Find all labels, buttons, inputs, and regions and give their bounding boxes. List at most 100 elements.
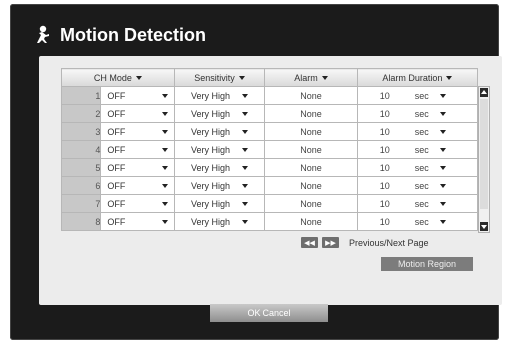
ok-button[interactable]: OK (247, 308, 260, 318)
mode-value: OFF (107, 198, 126, 209)
duration-value: 10 (379, 126, 390, 137)
duration-value: 10 (379, 108, 390, 119)
scrollbar-thumb[interactable] (480, 99, 488, 209)
duration-unit: sec (414, 162, 429, 173)
chevron-down-icon (439, 201, 446, 206)
table-row: 4 OFF Very High None 10 sec (60, 140, 479, 159)
footer-buttons: OK Cancel (210, 304, 328, 322)
table-scrollbar[interactable] (478, 86, 490, 233)
header-sensitivity-label: Sensitivity (194, 72, 235, 83)
sensitivity-select[interactable]: Very High (173, 194, 266, 213)
channel-number: 2 (60, 104, 102, 123)
duration-value: 10 (379, 198, 390, 209)
duration-select[interactable]: 10 sec (356, 158, 479, 177)
chevron-down-icon (135, 75, 142, 80)
mode-value: OFF (107, 162, 126, 173)
header-ch-mode-label: CH Mode (93, 72, 132, 83)
motion-table: CH Mode Sensitivity Alarm Alarm Duration… (60, 68, 479, 231)
sensitivity-select[interactable]: Very High (173, 140, 266, 159)
alarm-value[interactable]: None (264, 176, 358, 195)
sensitivity-select[interactable]: Very High (173, 86, 266, 105)
chevron-down-icon (161, 111, 168, 116)
sensitivity-select[interactable]: Very High (173, 122, 266, 141)
header-sensitivity[interactable]: Sensitivity (173, 68, 266, 87)
mode-value: OFF (107, 216, 126, 227)
sensitivity-select[interactable]: Very High (173, 158, 266, 177)
chevron-down-icon (439, 93, 446, 98)
duration-unit: sec (414, 126, 429, 137)
channel-number: 4 (60, 140, 102, 159)
chevron-down-icon (439, 165, 446, 170)
duration-select[interactable]: 10 sec (356, 176, 479, 195)
chevron-down-icon (241, 201, 248, 206)
motion-region-button[interactable]: Motion Region (381, 257, 473, 271)
alarm-value[interactable]: None (264, 86, 358, 105)
duration-select[interactable]: 10 sec (356, 212, 479, 231)
duration-unit: sec (414, 144, 429, 155)
table-row: 8 OFF Very High None 10 sec (60, 212, 479, 231)
mode-select[interactable]: OFF (100, 86, 175, 105)
chevron-down-icon (439, 111, 446, 116)
previous-page-button[interactable]: ◀◀ (301, 237, 318, 248)
duration-value: 10 (379, 180, 390, 191)
chevron-down-icon (161, 165, 168, 170)
mode-select[interactable]: OFF (100, 104, 175, 123)
channel-number: 1 (60, 86, 102, 105)
duration-unit: sec (414, 90, 429, 101)
duration-unit: sec (414, 108, 429, 119)
header-alarm-duration-label: Alarm Duration (382, 72, 443, 83)
duration-value: 10 (379, 90, 390, 101)
mode-select[interactable]: OFF (100, 140, 175, 159)
alarm-value[interactable]: None (264, 194, 358, 213)
duration-select[interactable]: 10 sec (356, 122, 479, 141)
alarm-value[interactable]: None (264, 104, 358, 123)
alarm-value[interactable]: None (264, 140, 358, 159)
chevron-down-icon (238, 75, 245, 80)
sensitivity-select[interactable]: Very High (173, 104, 266, 123)
alarm-value[interactable]: None (264, 158, 358, 177)
cancel-button[interactable]: Cancel (263, 308, 291, 318)
duration-select[interactable]: 10 sec (356, 104, 479, 123)
channel-number: 3 (60, 122, 102, 141)
channel-number: 8 (60, 212, 102, 231)
sensitivity-value: Very High (190, 108, 230, 119)
duration-select[interactable]: 10 sec (356, 140, 479, 159)
table-row: 1 OFF Very High None 10 sec (60, 86, 479, 105)
chevron-down-icon (161, 183, 168, 188)
sensitivity-select[interactable]: Very High (173, 176, 266, 195)
chevron-down-icon (241, 93, 248, 98)
mode-select[interactable]: OFF (100, 158, 175, 177)
chevron-down-icon (241, 165, 248, 170)
person-motion-icon (37, 25, 49, 43)
duration-value: 10 (379, 162, 390, 173)
header-alarm-duration[interactable]: Alarm Duration (356, 68, 479, 87)
chevron-down-icon (439, 147, 446, 152)
channel-number: 6 (60, 176, 102, 195)
alarm-value[interactable]: None (264, 122, 358, 141)
scroll-down-arrow-icon[interactable] (480, 222, 488, 231)
title-bar: Motion Detection (32, 18, 206, 52)
next-page-button[interactable]: ▶▶ (322, 237, 339, 248)
mode-value: OFF (107, 126, 126, 137)
duration-value: 10 (379, 144, 390, 155)
mode-select[interactable]: OFF (100, 194, 175, 213)
sensitivity-value: Very High (190, 198, 230, 209)
header-alarm[interactable]: Alarm (264, 68, 358, 87)
chevron-down-icon (161, 201, 168, 206)
mode-select[interactable]: OFF (100, 176, 175, 195)
sensitivity-value: Very High (190, 216, 230, 227)
chevron-down-icon (321, 75, 328, 80)
mode-value: OFF (107, 180, 126, 191)
header-ch-mode[interactable]: CH Mode (61, 68, 175, 87)
sensitivity-select[interactable]: Very High (173, 212, 266, 231)
mode-select[interactable]: OFF (100, 212, 175, 231)
alarm-value[interactable]: None (264, 212, 358, 231)
sensitivity-value: Very High (190, 162, 230, 173)
mode-select[interactable]: OFF (100, 122, 175, 141)
duration-select[interactable]: 10 sec (356, 86, 479, 105)
duration-select[interactable]: 10 sec (356, 194, 479, 213)
scroll-up-arrow-icon[interactable] (480, 88, 488, 97)
table-row: 6 OFF Very High None 10 sec (60, 176, 479, 195)
chevron-down-icon (241, 183, 248, 188)
pager-label: Previous/Next Page (349, 237, 429, 248)
